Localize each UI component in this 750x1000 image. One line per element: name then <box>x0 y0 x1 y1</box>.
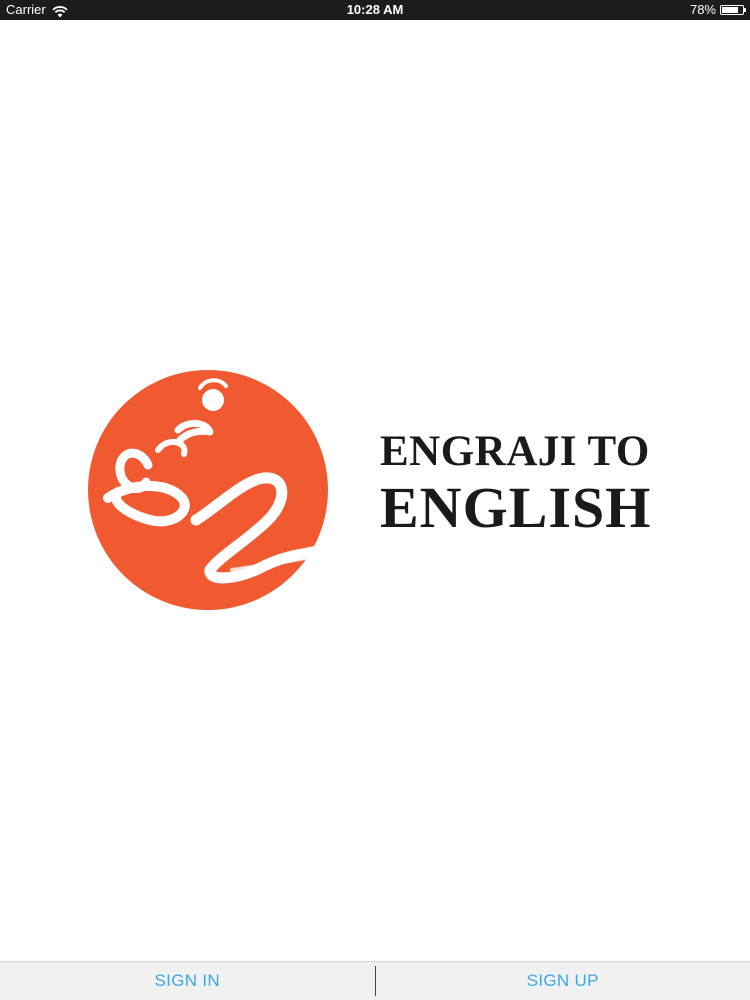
app-logo: ENGRAJI TO ENGLISH <box>88 370 668 610</box>
bottom-action-bar: SIGN IN SIGN UP <box>0 961 750 1000</box>
sign-in-button[interactable]: SIGN IN <box>0 962 375 1000</box>
battery-percent: 78% <box>689 2 716 17</box>
battery-level-fill <box>722 7 738 13</box>
battery-icon <box>720 5 746 15</box>
logo-wordmark: ENGRAJI TO ENGLISH <box>380 430 651 537</box>
status-bar: Carrier 10:28 AM 78% <box>0 0 750 20</box>
status-bar-right: 78% <box>689 0 746 20</box>
logo-mark-icon <box>88 370 328 610</box>
sign-up-button[interactable]: SIGN UP <box>376 962 750 1000</box>
logo-line-2: ENGLISH <box>380 475 652 540</box>
logo-line-1: ENGRAJI TO <box>380 428 650 475</box>
status-time: 10:28 AM <box>346 2 404 17</box>
